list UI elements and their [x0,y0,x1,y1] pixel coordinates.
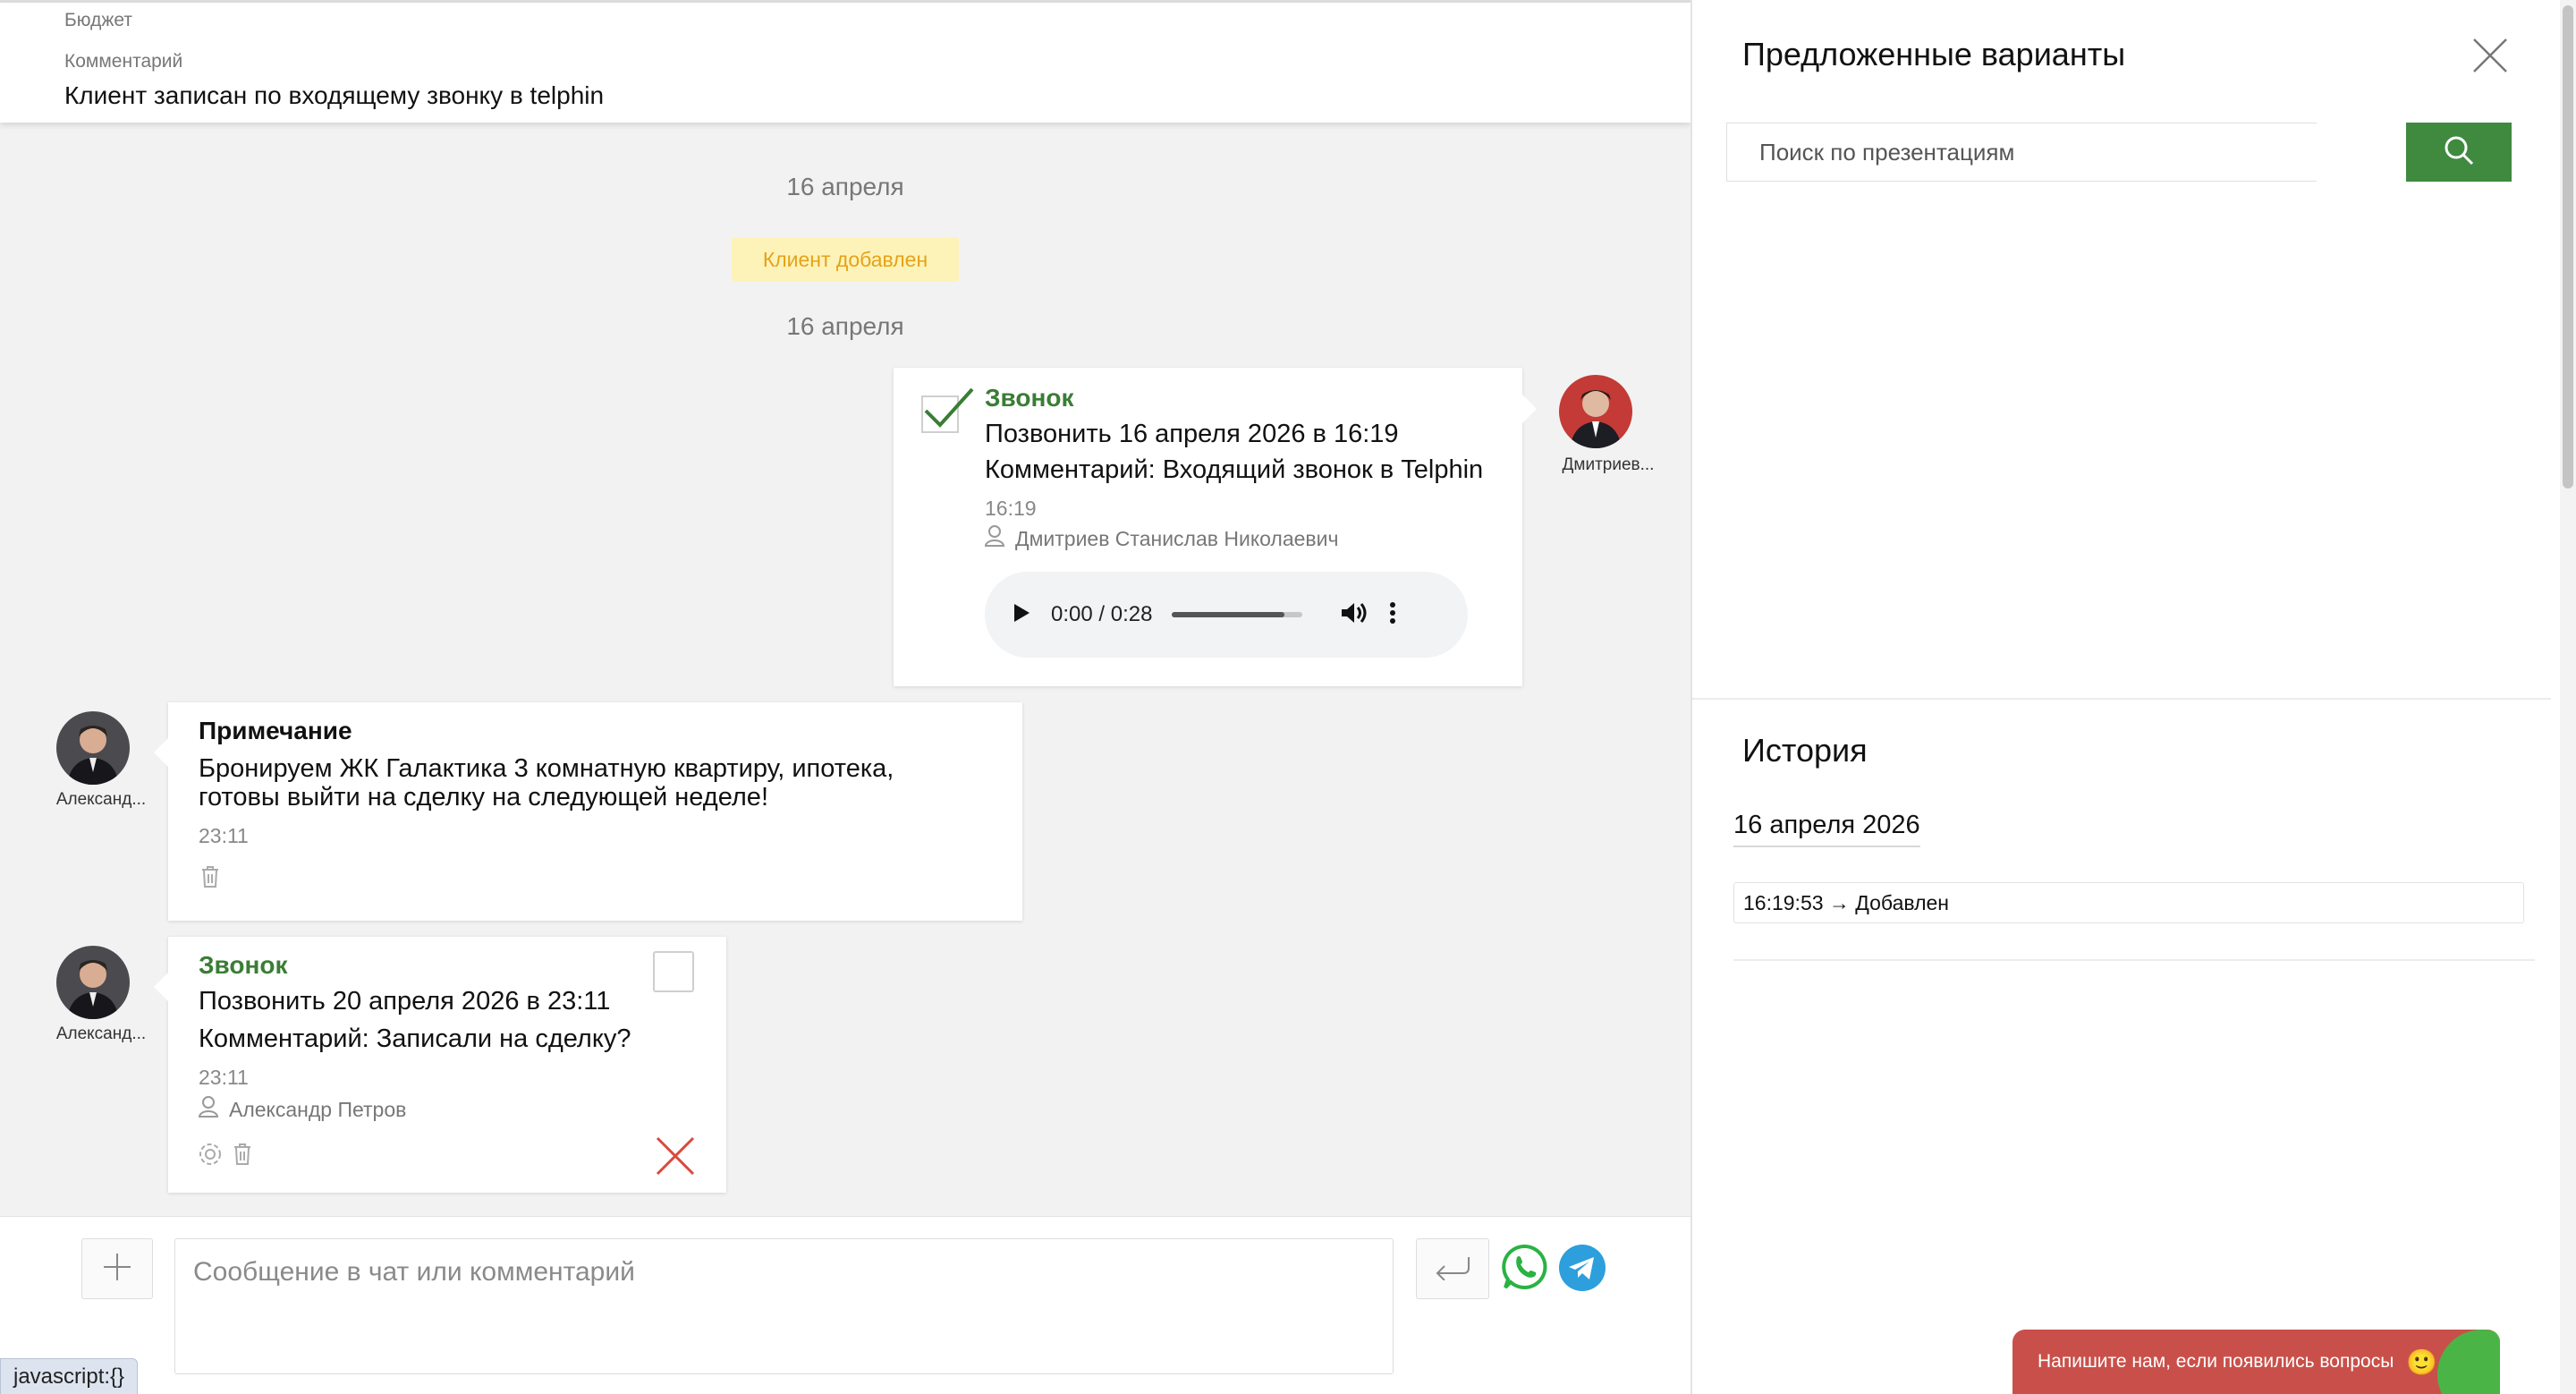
note-card: Примечание Бронируем ЖК Галактика 3 комн… [154,702,1022,921]
avatar [56,711,130,785]
call-title: Звонок [199,951,288,979]
note-time: 23:11 [199,824,249,847]
plus-icon [102,1252,132,1287]
client-added-badge: Клиент добавлен [732,237,959,282]
settings-icon[interactable] [197,1141,224,1172]
history-date: 16 апреля 2026 [1733,811,1920,847]
avatar-name: Александ... [55,790,147,809]
whatsapp-icon[interactable] [1502,1244,1548,1290]
complete-task-checkbox[interactable] [653,951,694,992]
divider [1733,959,2535,961]
avatar [1559,375,1632,448]
budget-label: Бюджет [64,10,132,30]
attach-button[interactable] [81,1238,153,1299]
history-title: История [1742,732,1868,769]
lead-info-card: Бюджет Комментарий Клиент записан по вхо… [0,3,1690,123]
online-indicator [2437,1330,2500,1394]
divider [1692,698,2551,700]
call-comment: Комментарий: Записали на сделку? [199,1024,631,1053]
audio-progress-bar[interactable] [1172,612,1303,617]
call-recording-player[interactable]: 0:00 / 0:28 [985,572,1468,658]
suggestions-title: Предложенные варианты [1742,36,2126,72]
reply-arrow-icon [1433,1254,1472,1285]
date-separator: 16 апреля [786,312,904,340]
completed-checkbox-icon[interactable] [920,384,974,434]
smile-emoji: 🙂 [2406,1347,2438,1376]
user-icon [198,1096,219,1123]
volume-icon[interactable] [1340,600,1368,630]
close-icon[interactable] [2470,36,2510,75]
help-text: Напишите нам, если появились вопросы [2038,1351,2394,1372]
note-text-line: Бронируем ЖК Галактика 3 комнатную кварт… [199,754,894,783]
call-author-name: Дмитриев Станислав Николаевич [1015,526,1339,550]
call-author: Дмитриев Станислав Николаевич [984,525,1339,552]
call-schedule: Позвонить 16 апреля 2026 в 16:19 [985,420,1399,448]
comment-value[interactable]: Клиент записан по входящему звонку в tel… [64,81,604,110]
more-options-icon[interactable] [1388,600,1397,630]
history-entry: 16:19:53 → Добавлен [1733,882,2524,923]
avatar-name: Дмитриев... [1562,455,1655,474]
scrollbar[interactable] [2560,0,2576,1394]
date-separator: 16 апреля [786,173,904,200]
call-card-pending: Звонок Позвонить 20 апреля 2026 в 23:11 … [154,937,726,1193]
play-icon[interactable] [1012,602,1031,628]
avatar-name: Александ... [55,1024,147,1043]
note-text-line: готовы выйти на сделку на следующей неде… [199,783,768,812]
call-time: 23:11 [199,1066,249,1089]
side-panel: Предложенные варианты История 16 апреля … [1690,0,2551,1394]
status-bar-url: javascript:{} [0,1358,139,1394]
telegram-icon[interactable] [1558,1244,1606,1292]
audio-time: 0:00 / 0:28 [1051,602,1153,626]
comment-label: Комментарий [64,51,183,72]
call-author-name: Александр Петров [229,1097,407,1121]
message-input[interactable] [174,1238,1394,1374]
call-author: Александр Петров [198,1096,407,1123]
cancel-task-icon[interactable] [655,1135,696,1181]
avatar [56,946,130,1019]
call-title: Звонок [985,384,1074,412]
help-chat-widget[interactable]: Напишите нам, если появились вопросы 🙂 [2012,1330,2500,1394]
scrollbar-thumb[interactable] [2563,5,2573,489]
call-comment: Комментарий: Входящий звонок в Telphin [985,455,1484,484]
search-input[interactable] [1726,123,2317,182]
user-icon [984,525,1005,552]
presentation-search [1726,123,2512,182]
send-button[interactable] [1416,1238,1489,1299]
call-schedule: Позвонить 20 апреля 2026 в 23:11 [199,987,611,1016]
call-time: 16:19 [985,497,1037,520]
delete-icon[interactable] [233,1143,252,1170]
search-icon [2443,134,2475,171]
search-button[interactable] [2406,123,2512,182]
note-title: Примечание [199,717,352,744]
chat-panel: Бюджет Комментарий Клиент записан по вхо… [0,0,1690,1394]
delete-icon[interactable] [200,865,220,893]
